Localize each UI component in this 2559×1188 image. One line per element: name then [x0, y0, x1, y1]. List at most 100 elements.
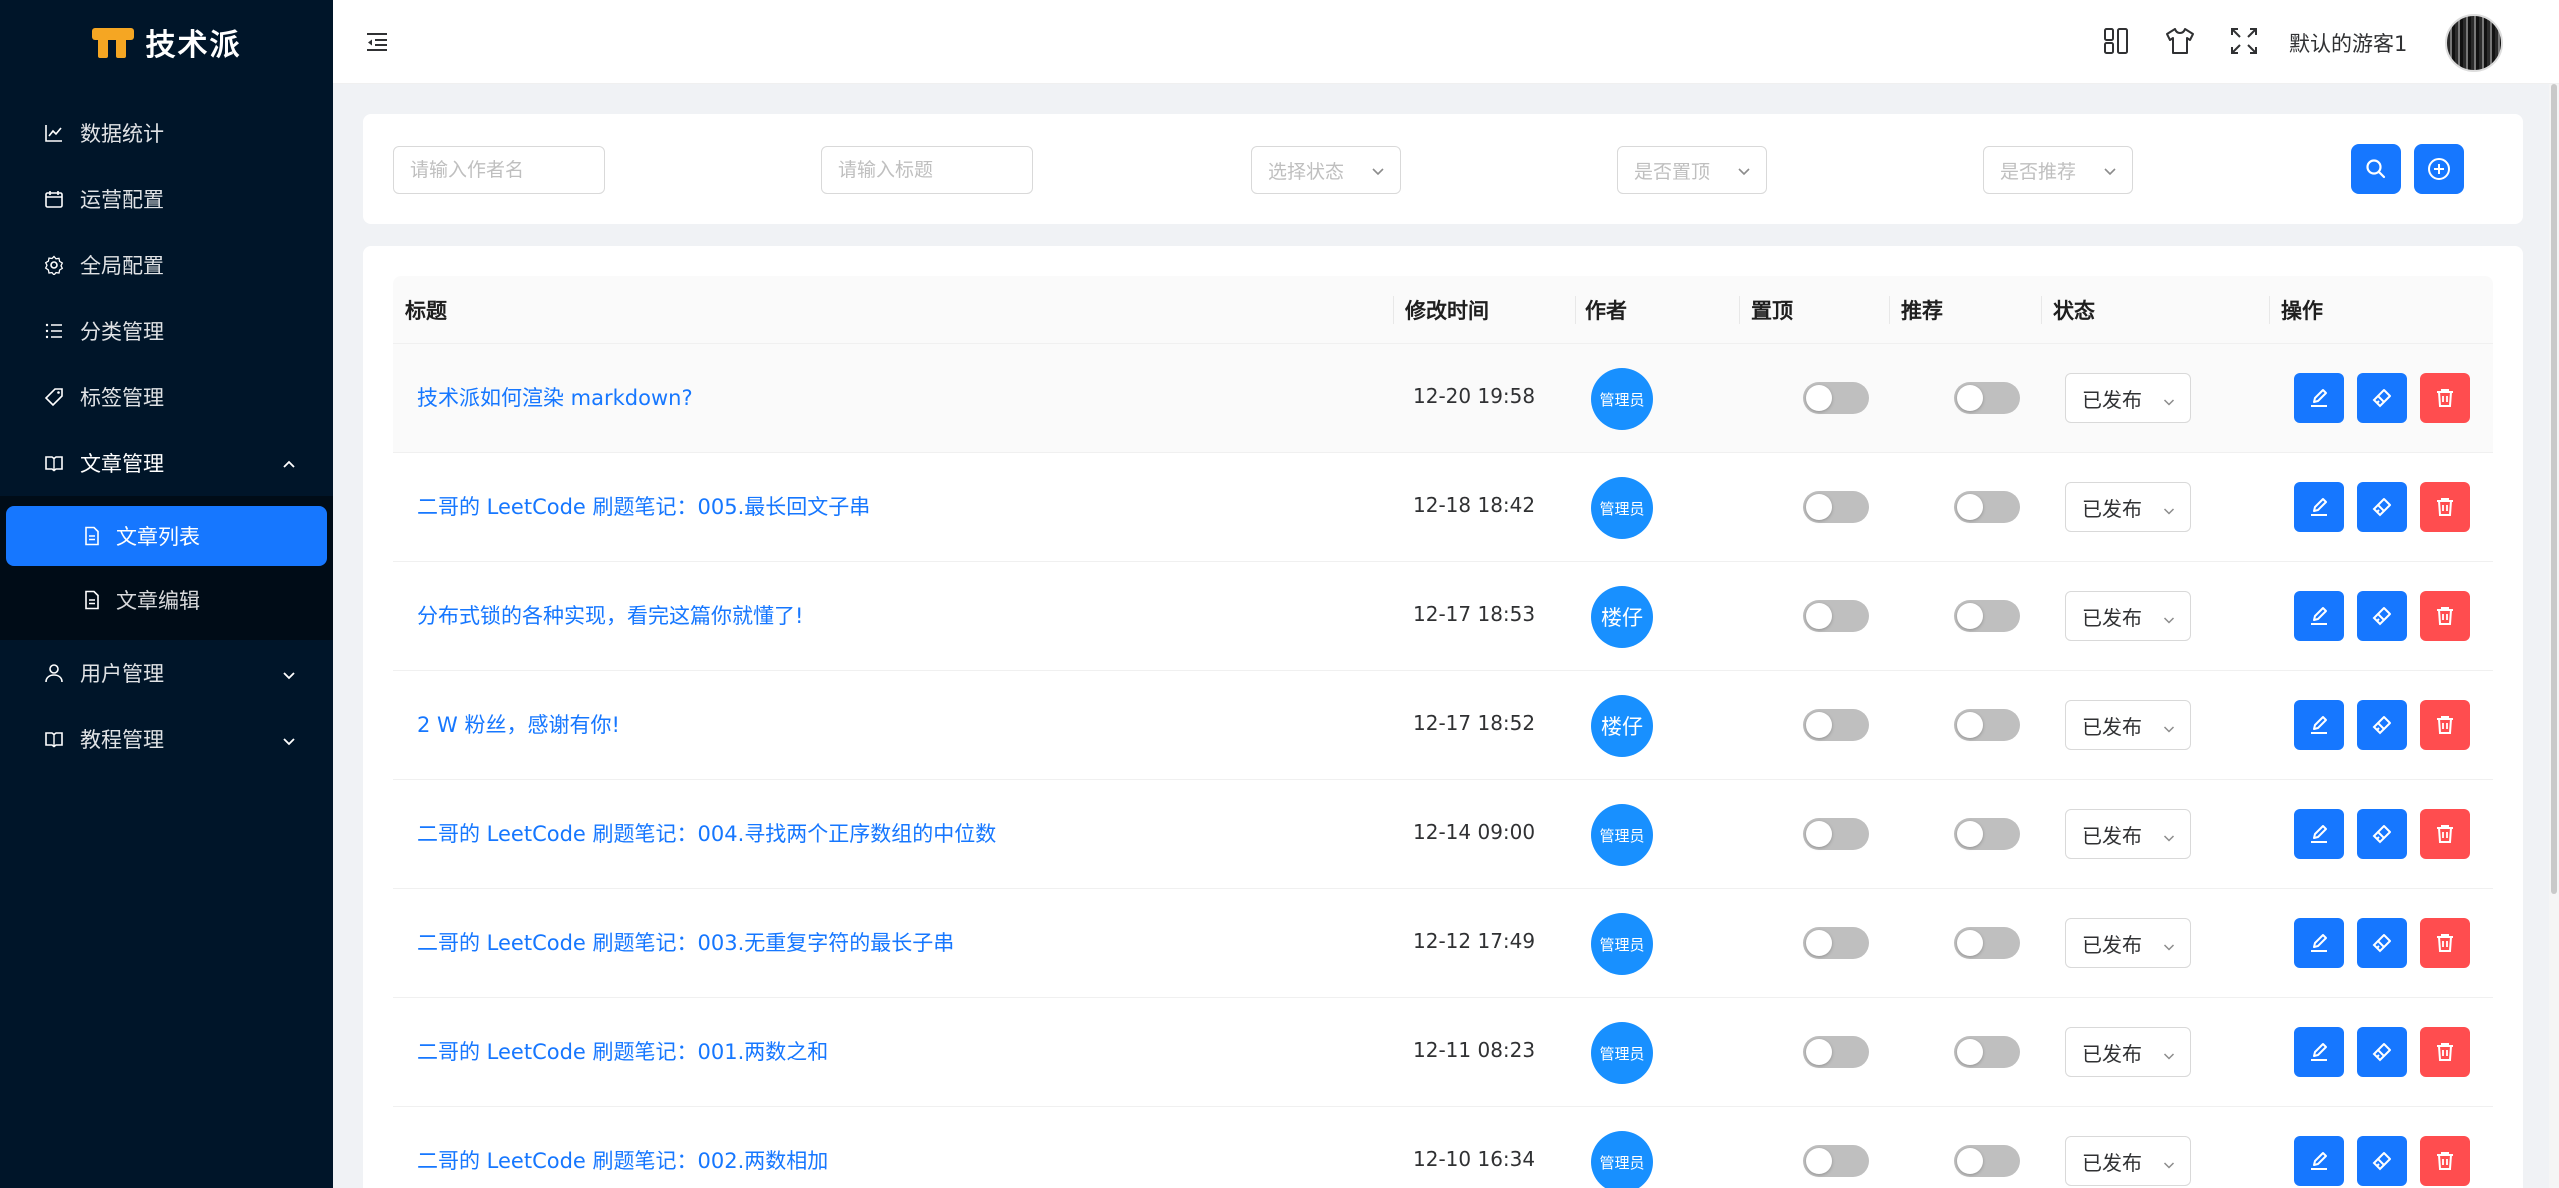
- author-search-input[interactable]: [393, 146, 605, 194]
- delete-button[interactable]: [2420, 700, 2470, 750]
- article-title-link[interactable]: 二哥的 LeetCode 刷题笔记：003.无重复字符的最长子串: [417, 927, 954, 957]
- article-title-link[interactable]: 技术派如何渲染 markdown?: [417, 382, 693, 412]
- delete-button[interactable]: [2420, 373, 2470, 423]
- article-title-link[interactable]: 2 W 粉丝，感谢有你!: [417, 709, 620, 739]
- scrollbar-thumb[interactable]: [2551, 84, 2557, 894]
- article-title-link[interactable]: 二哥的 LeetCode 刷题笔记：005.最长回文子串: [417, 491, 870, 521]
- top-toggle[interactable]: [1803, 491, 1869, 523]
- page-scrollbar[interactable]: [2549, 84, 2559, 1188]
- sidebar-item-article[interactable]: 文章管理: [0, 430, 333, 496]
- author-avatar: 管理员: [1591, 1022, 1653, 1084]
- markdown-edit-button[interactable]: [2357, 918, 2407, 968]
- recommend-toggle[interactable]: [1954, 1036, 2020, 1068]
- recommend-toggle[interactable]: [1954, 1145, 2020, 1177]
- article-title-link[interactable]: 分布式锁的各种实现，看完这篇你就懂了!: [417, 600, 803, 630]
- top-toggle[interactable]: [1803, 382, 1869, 414]
- top-filter-select[interactable]: 是否置顶: [1617, 146, 1767, 194]
- sidebar-item-tutorial[interactable]: 教程管理: [0, 706, 333, 772]
- sidebar-item-category[interactable]: 分类管理: [0, 298, 333, 364]
- edit-button[interactable]: [2294, 700, 2344, 750]
- edit-button[interactable]: [2294, 809, 2344, 859]
- layout-icon[interactable]: [2099, 24, 2133, 58]
- edit-button[interactable]: [2294, 1027, 2344, 1077]
- sidebar-item-user[interactable]: 用户管理: [0, 640, 333, 706]
- file-icon: [82, 526, 102, 546]
- chevron-down-icon: [281, 664, 297, 680]
- chevron-down-icon: [1370, 162, 1386, 178]
- recommend-toggle[interactable]: [1954, 927, 2020, 959]
- sidebar-menu: 数据统计 运营配置 全局配置 分类管理 标签管理 文章管理 文章列表 文章编辑 …: [0, 84, 333, 772]
- delete-button[interactable]: [2420, 1027, 2470, 1077]
- top-toggle[interactable]: [1803, 1036, 1869, 1068]
- book-icon: [44, 729, 64, 749]
- status-select[interactable]: 已发布: [2065, 373, 2191, 423]
- recommend-toggle[interactable]: [1954, 491, 2020, 523]
- markdown-edit-button[interactable]: [2357, 1027, 2407, 1077]
- search-button[interactable]: [2351, 144, 2401, 194]
- edit-icon: [2307, 713, 2331, 737]
- status-select[interactable]: 已发布: [2065, 591, 2191, 641]
- article-title-link[interactable]: 二哥的 LeetCode 刷题笔记：001.两数之和: [417, 1036, 828, 1066]
- markdown-edit-button[interactable]: [2357, 1136, 2407, 1186]
- fullscreen-icon[interactable]: [2227, 24, 2261, 58]
- edit-button[interactable]: [2294, 591, 2344, 641]
- edit-button[interactable]: [2294, 1136, 2344, 1186]
- sidebar-item-tag[interactable]: 标签管理: [0, 364, 333, 430]
- delete-button[interactable]: [2420, 1136, 2470, 1186]
- status-filter-select[interactable]: 选择状态: [1251, 146, 1401, 194]
- article-title-link[interactable]: 二哥的 LeetCode 刷题笔记：004.寻找两个正序数组的中位数: [417, 818, 996, 848]
- edit-icon: [2307, 1149, 2331, 1173]
- status-select[interactable]: 已发布: [2065, 918, 2191, 968]
- delete-button[interactable]: [2420, 809, 2470, 859]
- column-header-title: 标题: [405, 299, 447, 323]
- markdown-edit-button[interactable]: [2357, 809, 2407, 859]
- edit-button[interactable]: [2294, 482, 2344, 532]
- delete-button[interactable]: [2420, 482, 2470, 532]
- menu-fold-icon[interactable]: [363, 28, 391, 56]
- user-name[interactable]: 默认的游客1: [2289, 28, 2407, 58]
- article-title-link[interactable]: 二哥的 LeetCode 刷题笔记：002.两数相加: [417, 1145, 828, 1175]
- sidebar-item-stats[interactable]: 数据统计: [0, 100, 333, 166]
- markdown-edit-button[interactable]: [2357, 700, 2407, 750]
- column-header-time: 修改时间: [1405, 299, 1489, 323]
- modified-time: 12-17 18:53: [1413, 602, 1536, 626]
- tag-icon: [44, 387, 64, 407]
- edit-button[interactable]: [2294, 373, 2344, 423]
- add-article-button[interactable]: [2414, 144, 2464, 194]
- top-toggle[interactable]: [1803, 1145, 1869, 1177]
- status-select[interactable]: 已发布: [2065, 700, 2191, 750]
- sidebar-item-global[interactable]: 全局配置: [0, 232, 333, 298]
- markdown-edit-button[interactable]: [2357, 373, 2407, 423]
- chevron-down-icon: [2162, 499, 2176, 515]
- status-select[interactable]: 已发布: [2065, 482, 2191, 532]
- recommend-toggle[interactable]: [1954, 382, 2020, 414]
- title-search-input[interactable]: [821, 146, 1033, 194]
- recommend-toggle[interactable]: [1954, 709, 2020, 741]
- sidebar-item-label: 文章管理: [80, 452, 164, 476]
- sidebar-item-operation[interactable]: 运营配置: [0, 166, 333, 232]
- logo[interactable]: 技术派: [0, 0, 333, 84]
- top-toggle[interactable]: [1803, 600, 1869, 632]
- tshirt-icon[interactable]: [2163, 24, 2197, 58]
- recommend-filter-select[interactable]: 是否推荐: [1983, 146, 2133, 194]
- chevron-down-icon: [2162, 1153, 2176, 1169]
- top-toggle[interactable]: [1803, 927, 1869, 959]
- status-select[interactable]: 已发布: [2065, 1027, 2191, 1077]
- top-toggle[interactable]: [1803, 709, 1869, 741]
- delete-button[interactable]: [2420, 591, 2470, 641]
- delete-button[interactable]: [2420, 918, 2470, 968]
- avatar[interactable]: [2445, 14, 2503, 72]
- status-select[interactable]: 已发布: [2065, 809, 2191, 859]
- edit-button[interactable]: [2294, 918, 2344, 968]
- status-select[interactable]: 已发布: [2065, 1136, 2191, 1186]
- status-value: 已发布: [2082, 387, 2142, 412]
- sidebar-item-article-list[interactable]: 文章列表: [6, 506, 327, 566]
- sidebar-item-article-edit[interactable]: 文章编辑: [6, 570, 327, 630]
- author-avatar: 楼仔: [1591, 586, 1653, 648]
- recommend-toggle[interactable]: [1954, 818, 2020, 850]
- markdown-edit-button[interactable]: [2357, 591, 2407, 641]
- markdown-edit-button[interactable]: [2357, 482, 2407, 532]
- top-toggle[interactable]: [1803, 818, 1869, 850]
- status-value: 已发布: [2082, 605, 2142, 630]
- recommend-toggle[interactable]: [1954, 600, 2020, 632]
